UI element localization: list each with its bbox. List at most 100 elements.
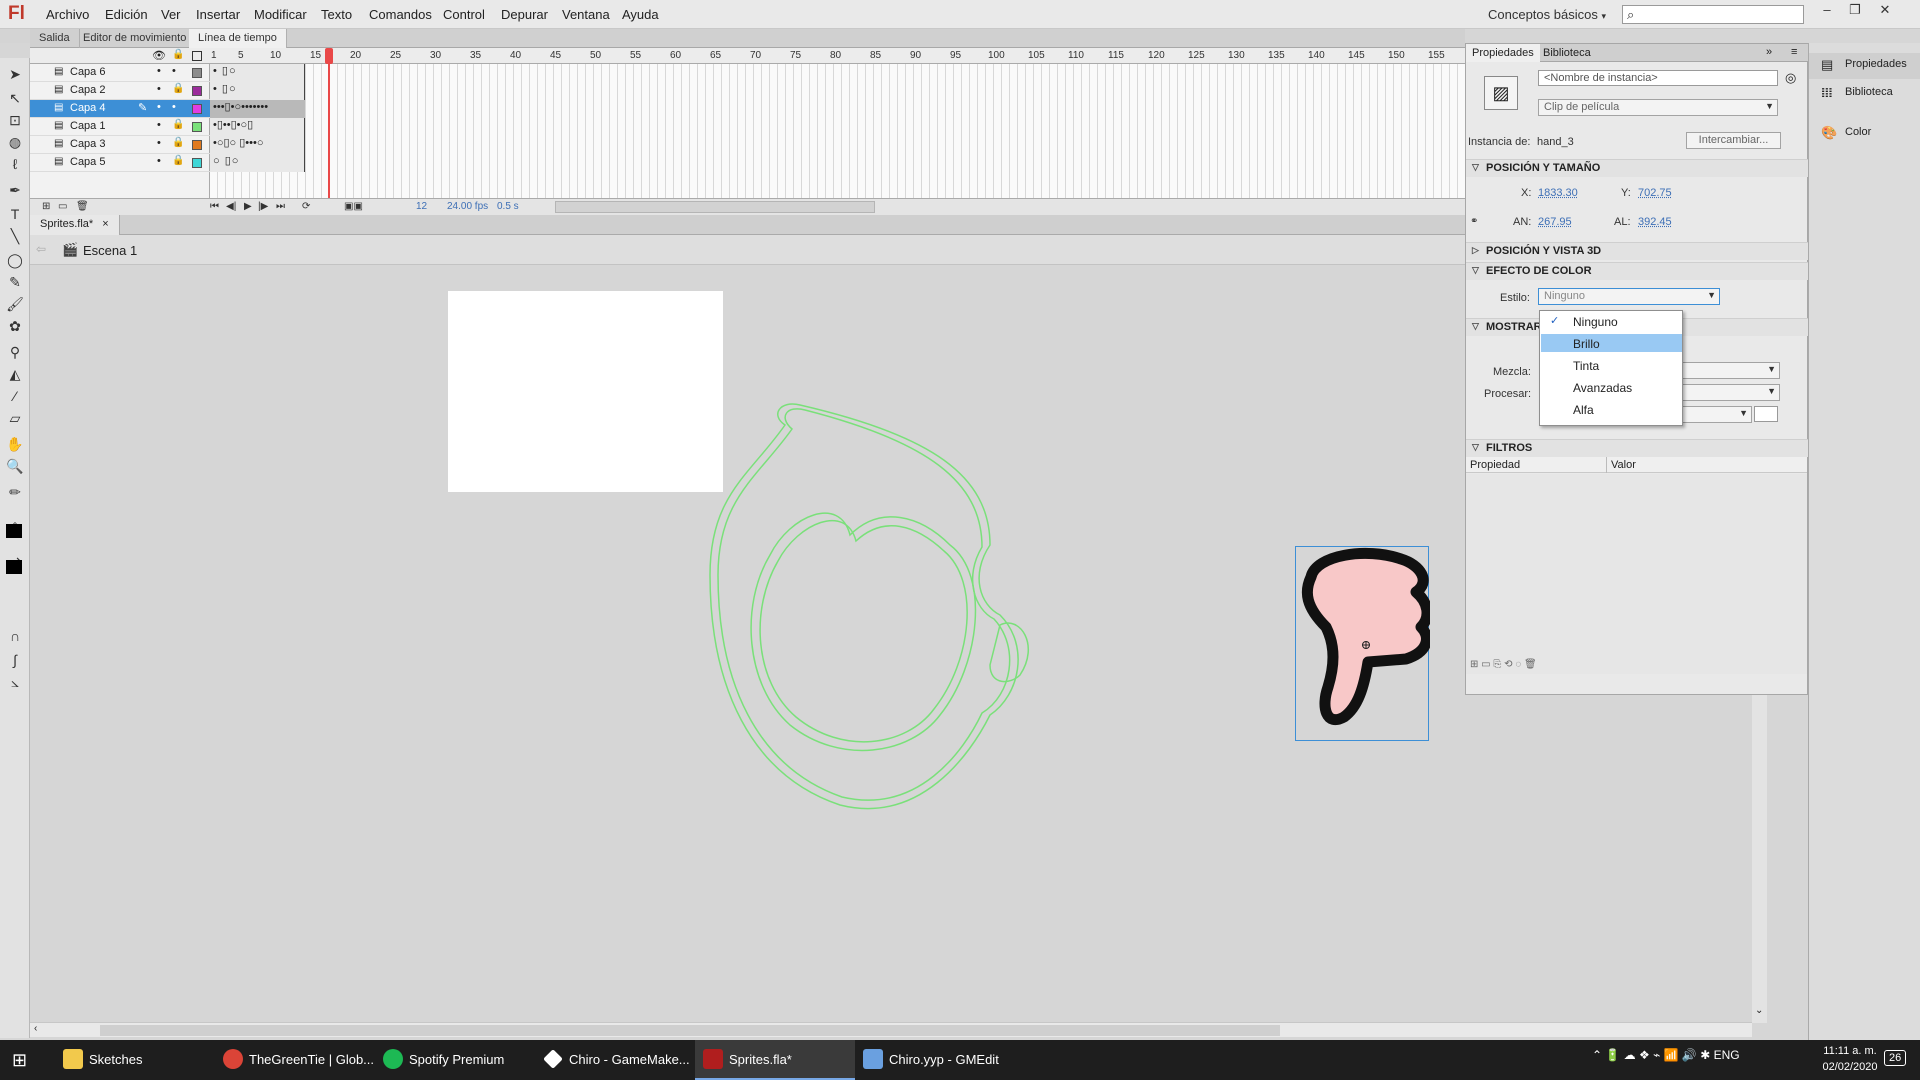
swap-symbol-button[interactable]: Intercambiar...: [1686, 132, 1781, 149]
tab-propiedades[interactable]: Propiedades: [1466, 44, 1540, 62]
stage-vscrollbar[interactable]: ⌄: [1752, 693, 1767, 1023]
windows-start-icon[interactable]: ⊞: [12, 1050, 27, 1071]
lock-icon[interactable]: 🔒: [172, 137, 184, 148]
frame-grid[interactable]: • ▯○ • ▯○ •••▯•○••••••• •▯••▯•○▯ •○▯○ ▯•…: [210, 48, 1465, 198]
layer-row-selected[interactable]: ▤ Capa 4 ✎ • •: [30, 100, 210, 118]
lock-dot[interactable]: •: [172, 65, 176, 77]
lasso-icon[interactable]: ℓ: [4, 154, 26, 174]
visibility-dot[interactable]: •: [157, 119, 161, 131]
eraser-icon[interactable]: ▱: [4, 408, 26, 428]
option-avanzadas[interactable]: Avanzadas: [1541, 378, 1682, 396]
lock-icon[interactable]: 🔒: [172, 155, 184, 166]
menu-modificar[interactable]: Modificar: [254, 7, 307, 22]
panel-menu-icon[interactable]: ≡: [1791, 46, 1797, 58]
new-layer-icon[interactable]: ⊞: [42, 201, 50, 212]
taskbar-flash[interactable]: Sprites.fla*: [695, 1040, 855, 1080]
lock-icon[interactable]: 🔒: [172, 49, 184, 60]
tab-linea-tiempo[interactable]: Línea de tiempo: [189, 29, 287, 48]
menu-ayuda[interactable]: Ayuda: [622, 7, 659, 22]
filters-list[interactable]: ⊞ ▭ ⎘ ⟲ ◌ 🗑: [1466, 474, 1807, 674]
menu-depurar[interactable]: Depurar: [501, 7, 548, 22]
visibility-dot[interactable]: •: [157, 155, 161, 167]
new-folder-icon[interactable]: ▭: [58, 201, 67, 212]
zoom-tool-icon[interactable]: 🔍: [4, 456, 26, 476]
deco-tool-icon[interactable]: ✿: [4, 316, 26, 336]
tab-editor-movimiento[interactable]: Editor de movimiento: [74, 29, 196, 48]
layer-color-swatch[interactable]: [192, 86, 202, 96]
timeline-scrollbar[interactable]: [555, 201, 875, 213]
taskbar-sketches[interactable]: Sketches: [55, 1040, 220, 1080]
fill-swatch[interactable]: [6, 560, 22, 574]
first-frame-icon[interactable]: ⏮: [210, 201, 219, 212]
frame-ruler[interactable]: 1 5 10 15 20 25 30 35 40 45 50 55 60 65 …: [210, 48, 1465, 64]
symbol-type-select[interactable]: Clip de película ▼: [1538, 99, 1778, 116]
document-tab[interactable]: Sprites.fla* ×: [30, 215, 120, 235]
restore-icon[interactable]: ❐: [1842, 2, 1868, 20]
taskbar-gamemaker[interactable]: Chiro - GameMake...: [535, 1040, 695, 1080]
layer-color-swatch[interactable]: [192, 140, 202, 150]
dock-propiedades[interactable]: ▤ Propiedades: [1819, 55, 1907, 77]
next-frame-icon[interactable]: |▶: [258, 201, 268, 212]
straighten-icon[interactable]: ⦣: [4, 672, 26, 692]
smooth-icon[interactable]: ∫: [4, 650, 26, 670]
outline-icon[interactable]: [192, 51, 202, 61]
layer-row[interactable]: ▤ Capa 2 • 🔒: [30, 82, 210, 100]
lock-icon[interactable]: 🔒: [172, 119, 184, 130]
playhead-handle[interactable]: [325, 48, 333, 64]
section-3d[interactable]: ▷ POSICIÓN Y VISTA 3D: [1466, 242, 1809, 260]
link-icon[interactable]: ⚭: [1470, 216, 1478, 227]
layer-color-swatch[interactable]: [192, 104, 202, 114]
back-arrow-icon[interactable]: ⇦: [36, 242, 46, 256]
trash-icon[interactable]: 🗑: [76, 201, 89, 212]
x-value[interactable]: 1833.30: [1538, 187, 1578, 199]
close-icon[interactable]: ✕: [1872, 2, 1898, 20]
layer-color-swatch[interactable]: [192, 122, 202, 132]
visibility-dot[interactable]: •: [157, 83, 161, 95]
scroll-thumb[interactable]: [100, 1025, 1280, 1036]
eye-icon[interactable]: 👁: [152, 49, 166, 62]
scene-label[interactable]: Escena 1: [83, 243, 137, 258]
help-search-input[interactable]: ⌕: [1622, 5, 1804, 24]
scroll-left-icon[interactable]: ‹: [34, 1023, 37, 1034]
visibility-dot[interactable]: •: [157, 137, 161, 149]
instance-name-field[interactable]: <Nombre de instancia>: [1538, 70, 1778, 86]
render-select[interactable]: ▼: [1682, 384, 1780, 401]
taskbar-gmedit[interactable]: Chiro.yyp - GMEdit: [855, 1040, 1025, 1080]
layer-color-swatch[interactable]: [192, 68, 202, 78]
visibility-dot[interactable]: •: [157, 65, 161, 77]
oval-tool-icon[interactable]: ◯: [4, 250, 26, 270]
close-tab-icon[interactable]: ×: [102, 218, 108, 230]
visibility-dot[interactable]: •: [157, 101, 161, 113]
style-select[interactable]: Ninguno ▼: [1538, 288, 1720, 305]
width-value[interactable]: 267.95: [1538, 216, 1572, 228]
text-tool-icon[interactable]: T: [4, 204, 26, 224]
option-brillo[interactable]: Brillo: [1541, 334, 1682, 352]
paint-bucket-icon[interactable]: ◭: [4, 364, 26, 384]
taskbar-spotify[interactable]: Spotify Premium: [375, 1040, 535, 1080]
layer-row[interactable]: ▤ Capa 1 • 🔒: [30, 118, 210, 136]
blend-select[interactable]: ▼: [1682, 362, 1780, 379]
tab-biblioteca[interactable]: Biblioteca: [1537, 44, 1597, 62]
pen-tool-icon[interactable]: ✒: [4, 180, 26, 200]
toolbar-grip[interactable]: [0, 29, 30, 43]
bg-color-swatch[interactable]: [1754, 406, 1778, 422]
dock-color[interactable]: 🎨 Color: [1819, 123, 1871, 145]
swf-history-icon[interactable]: ◎: [1785, 70, 1796, 86]
brush-tool-icon[interactable]: 🖌: [4, 294, 26, 314]
layer-color-swatch[interactable]: [192, 158, 202, 168]
minimize-icon[interactable]: –: [1814, 2, 1840, 20]
playhead[interactable]: [325, 48, 333, 198]
menu-edicion[interactable]: Edición: [105, 7, 148, 22]
last-frame-icon[interactable]: ⏭: [276, 201, 285, 212]
tab-salida[interactable]: Salida: [30, 29, 80, 48]
menu-texto[interactable]: Texto: [321, 7, 352, 22]
eyedropper-icon[interactable]: ⁄: [4, 386, 26, 406]
dock-biblioteca[interactable]: 𝍖 Biblioteca: [1819, 83, 1893, 105]
hand-tool-icon[interactable]: ✋: [4, 434, 26, 454]
layer-row[interactable]: ▤ Capa 3 • 🔒: [30, 136, 210, 154]
menu-comandos[interactable]: Comandos: [369, 7, 432, 22]
loop-icon[interactable]: ⟳: [302, 201, 310, 212]
stage-canvas[interactable]: [448, 291, 723, 492]
section-color-effect[interactable]: ▽ EFECTO DE COLOR: [1466, 262, 1809, 280]
language-indicator[interactable]: ENG: [1714, 1048, 1740, 1062]
